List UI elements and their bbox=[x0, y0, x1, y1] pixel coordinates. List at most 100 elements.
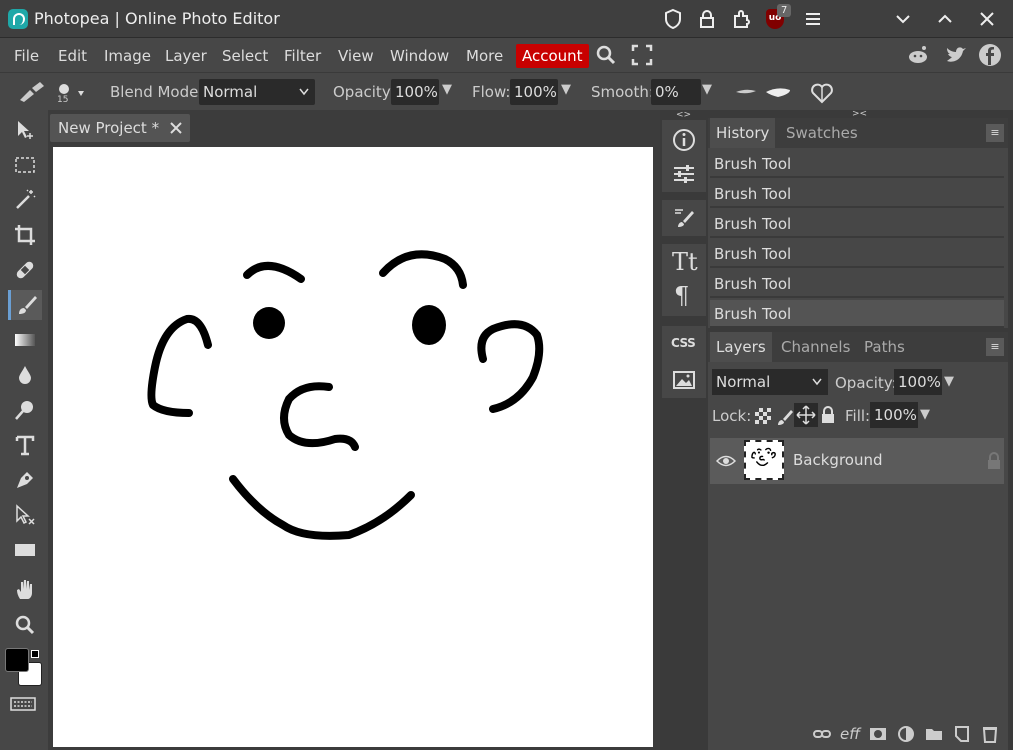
flow-dropdown-arrow[interactable]: ▼ bbox=[561, 82, 571, 97]
history-item-current[interactable]: Brush Tool bbox=[710, 300, 1004, 328]
dodge-tool[interactable] bbox=[8, 395, 42, 425]
layer-name[interactable]: Background bbox=[793, 451, 883, 469]
smooth-dropdown-arrow[interactable]: ▼ bbox=[702, 82, 712, 97]
layer-effects-button[interactable]: eff bbox=[840, 724, 860, 744]
info-icon[interactable] bbox=[672, 128, 696, 152]
healing-tool[interactable] bbox=[8, 255, 42, 285]
hand-tool[interactable] bbox=[8, 575, 42, 605]
bandage-icon bbox=[16, 261, 34, 279]
css-image-group: CSS bbox=[662, 326, 706, 398]
image-icon[interactable] bbox=[672, 368, 696, 392]
close-window-icon[interactable] bbox=[976, 8, 998, 30]
opacity-input[interactable]: 100% bbox=[391, 79, 439, 105]
swap-colors-icon[interactable] bbox=[31, 650, 39, 658]
collapse-arrows-icon[interactable]: <> bbox=[676, 110, 691, 120]
flow-input[interactable]: 100% bbox=[510, 79, 558, 105]
tab-layers[interactable]: Layers bbox=[710, 332, 772, 362]
lock-all-icon[interactable] bbox=[820, 406, 836, 424]
menu-window[interactable]: Window bbox=[388, 44, 451, 68]
path-select-tool[interactable] bbox=[8, 500, 42, 530]
layer-opacity-input[interactable]: 100% bbox=[894, 369, 942, 395]
shape-tool[interactable] bbox=[8, 535, 42, 565]
history-item[interactable]: Brush Tool bbox=[710, 240, 1004, 268]
character-icon[interactable]: Tt bbox=[672, 248, 698, 276]
history-item[interactable]: Brush Tool bbox=[710, 210, 1004, 238]
brush-tool-preset-icon[interactable] bbox=[16, 80, 48, 104]
facebook-icon[interactable] bbox=[978, 43, 1002, 67]
symmetry-heart-icon[interactable] bbox=[810, 81, 834, 105]
layer-mask-icon[interactable] bbox=[868, 724, 888, 744]
adjustments-sliders-icon[interactable] bbox=[672, 162, 696, 186]
lock-icon[interactable] bbox=[696, 8, 718, 30]
delete-layer-trash-icon[interactable] bbox=[980, 724, 1000, 744]
canvas[interactable] bbox=[53, 147, 653, 747]
history-item[interactable]: Brush Tool bbox=[710, 180, 1004, 208]
extensions-puzzle-icon[interactable] bbox=[730, 8, 752, 30]
history-item[interactable]: Brush Tool bbox=[710, 270, 1004, 298]
fullscreen-icon[interactable] bbox=[630, 43, 654, 67]
smooth-label: Smooth: bbox=[591, 83, 654, 101]
menu-more[interactable]: More bbox=[464, 44, 505, 68]
chevron-up-icon[interactable] bbox=[934, 8, 956, 30]
zoom-tool[interactable] bbox=[8, 610, 42, 640]
pen-tool[interactable] bbox=[8, 465, 42, 495]
brush-tool[interactable] bbox=[8, 290, 42, 320]
brush-settings-icon bbox=[675, 209, 694, 227]
layers-panel-footer: eff bbox=[708, 718, 1008, 750]
hamburger-menu-icon[interactable] bbox=[802, 8, 824, 30]
marquee-tool[interactable] bbox=[8, 150, 42, 180]
tab-channels[interactable]: Channels bbox=[775, 332, 856, 362]
menu-view[interactable]: View bbox=[336, 44, 376, 68]
layer-blend-mode-select[interactable]: Normal bbox=[712, 369, 828, 395]
css-icon[interactable]: CSS bbox=[671, 336, 696, 350]
brush-settings-button[interactable] bbox=[662, 200, 706, 236]
crop-tool[interactable] bbox=[8, 220, 42, 250]
history-panel-menu-icon[interactable]: ≡ bbox=[986, 124, 1004, 142]
history-item[interactable]: Brush Tool bbox=[710, 150, 1004, 178]
magnifier-icon bbox=[15, 615, 35, 635]
adjustment-layer-icon[interactable] bbox=[896, 724, 916, 744]
magic-wand-tool[interactable] bbox=[8, 185, 42, 215]
lock-transparency-icon[interactable] bbox=[754, 407, 772, 425]
smooth-input[interactable]: 0% bbox=[651, 79, 701, 105]
tab-paths[interactable]: Paths bbox=[858, 332, 911, 362]
menu-filter[interactable]: Filter bbox=[282, 44, 323, 68]
paragraph-icon[interactable]: ¶ bbox=[674, 282, 689, 310]
menu-image[interactable]: Image bbox=[102, 44, 153, 68]
eye-icon[interactable] bbox=[716, 453, 736, 469]
move-tool[interactable] bbox=[8, 115, 42, 145]
text-tool[interactable] bbox=[8, 430, 42, 460]
menu-edit[interactable]: Edit bbox=[56, 44, 89, 68]
reddit-icon[interactable] bbox=[906, 43, 930, 67]
tab-swatches[interactable]: Swatches bbox=[780, 118, 864, 148]
menu-select[interactable]: Select bbox=[220, 44, 270, 68]
new-layer-icon[interactable] bbox=[952, 724, 972, 744]
menu-file[interactable]: File bbox=[12, 44, 41, 68]
layers-panel-menu-icon[interactable]: ≡ bbox=[986, 338, 1004, 356]
fill-arrow[interactable]: ▼ bbox=[920, 407, 930, 422]
gradient-tool[interactable] bbox=[8, 325, 42, 355]
blur-tool[interactable] bbox=[8, 360, 42, 390]
close-tab-icon[interactable] bbox=[168, 120, 184, 136]
lock-pixels-brush-icon[interactable] bbox=[776, 406, 794, 426]
layer-row[interactable]: Background bbox=[710, 438, 1004, 484]
new-group-folder-icon[interactable] bbox=[924, 724, 944, 744]
document-tab[interactable]: New Project * bbox=[50, 114, 190, 142]
chevron-down-icon[interactable] bbox=[892, 8, 914, 30]
twitter-icon[interactable] bbox=[944, 43, 968, 67]
lock-position-button[interactable] bbox=[794, 403, 818, 427]
tab-history[interactable]: History bbox=[710, 118, 776, 148]
link-layers-icon[interactable] bbox=[812, 724, 832, 744]
pressure-size-icon[interactable] bbox=[734, 85, 792, 99]
layer-opacity-arrow[interactable]: ▼ bbox=[944, 374, 954, 389]
menu-layer[interactable]: Layer bbox=[163, 44, 209, 68]
blend-mode-select[interactable]: Normal bbox=[199, 79, 315, 105]
account-button[interactable]: Account bbox=[516, 44, 589, 68]
search-icon[interactable] bbox=[594, 43, 618, 67]
rect-select-icon bbox=[15, 157, 35, 173]
opacity-dropdown-arrow[interactable]: ▼ bbox=[442, 82, 452, 97]
keyboard-icon[interactable] bbox=[9, 694, 37, 714]
foreground-color-swatch[interactable] bbox=[5, 648, 29, 672]
fill-input[interactable]: 100% bbox=[870, 402, 918, 428]
shield-icon[interactable] bbox=[662, 8, 684, 30]
